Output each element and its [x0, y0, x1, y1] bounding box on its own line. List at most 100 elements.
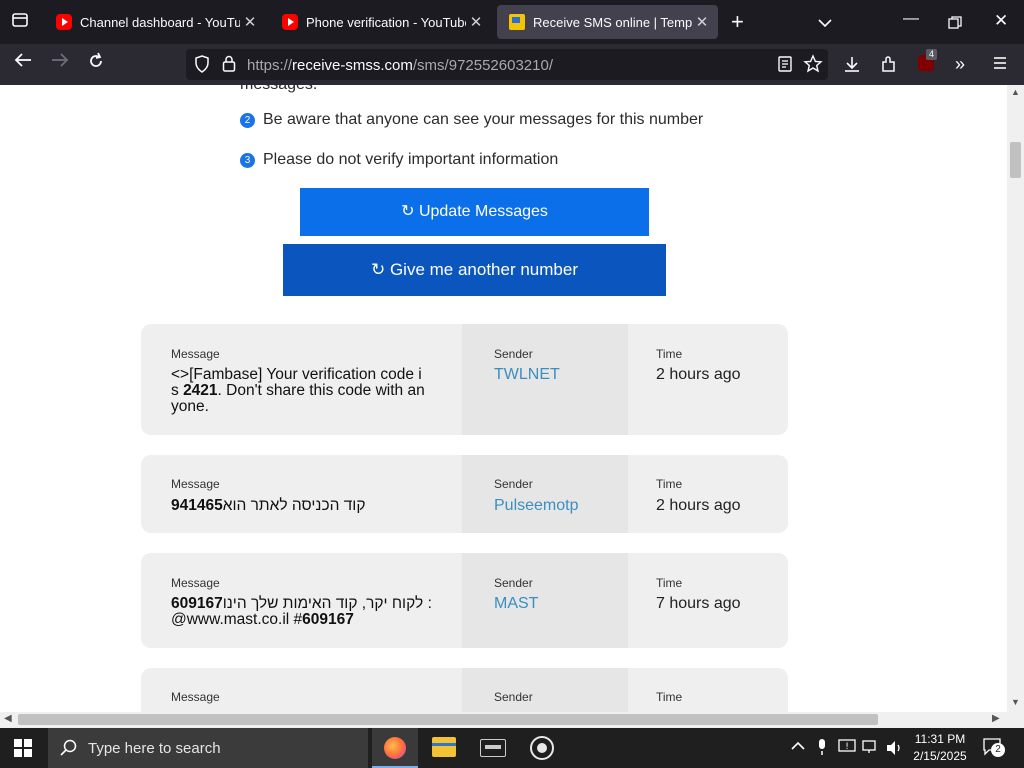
message-label: Message: [171, 576, 220, 590]
volume-icon[interactable]: [886, 740, 904, 761]
scroll-left-arrow-icon[interactable]: ◀: [4, 713, 12, 724]
search-placeholder: Type here to search: [88, 740, 221, 757]
sms-site-icon: [509, 14, 525, 30]
sender-link[interactable]: TWLNET: [494, 366, 560, 384]
horizontal-scrollbar[interactable]: ◀ ▶: [0, 712, 1007, 728]
downloads-icon[interactable]: [843, 55, 861, 78]
notice-item: 2 Be aware that anyone can see your mess…: [240, 111, 703, 129]
message-card: Message <>[Fambase] Your verification co…: [141, 324, 788, 435]
menu-icon[interactable]: [992, 56, 1008, 75]
tab-title: Receive SMS online | Temporary: [533, 14, 692, 30]
message-card: Message 609167: לקוח יקר, קוד האימות שלך…: [141, 553, 788, 648]
notice-text: Please do not verify important informati…: [263, 151, 559, 168]
time-label: Time: [656, 576, 683, 590]
bookmark-star-icon[interactable]: [803, 54, 823, 79]
show-hidden-icons-icon[interactable]: [791, 740, 805, 754]
reload-icon[interactable]: [87, 52, 105, 75]
ethernet-icon[interactable]: [862, 740, 880, 759]
taskbar-firefox[interactable]: [372, 728, 418, 768]
list-all-tabs-icon[interactable]: [818, 12, 832, 33]
keyboard-keys: [485, 745, 501, 749]
obs-icon[interactable]: [530, 736, 554, 760]
new-tab-icon[interactable]: +: [731, 9, 744, 35]
clock-date: 2/15/2025: [913, 749, 967, 763]
notice-item: 3 Please do not verify important informa…: [240, 151, 558, 169]
close-tab-icon[interactable]: ✕: [466, 13, 486, 31]
sender-label: Sender: [494, 690, 533, 704]
close-window-icon[interactable]: ✕: [994, 11, 1008, 31]
notification-count: 2: [991, 743, 1005, 757]
notice-text: Be aware that anyone can see your messag…: [263, 111, 704, 128]
youtube-icon: [282, 14, 298, 30]
tab-list-icon[interactable]: [11, 11, 29, 34]
time-value: 2 hours ago: [656, 366, 741, 383]
notifications-icon[interactable]: 2: [983, 738, 1005, 761]
close-tab-icon[interactable]: ✕: [692, 13, 712, 31]
clock[interactable]: 11:31 PM 2/15/2025: [910, 731, 970, 765]
back-icon[interactable]: [14, 52, 32, 73]
tab-receive-sms[interactable]: Receive SMS online | Temporary ✕: [497, 5, 718, 39]
extension-badge: 4: [926, 49, 938, 60]
minimize-icon[interactable]: —: [903, 10, 919, 28]
time-value: 2 hours ago: [656, 497, 741, 514]
message-card: Message Sender Time: [141, 668, 788, 712]
lock-icon[interactable]: [222, 55, 236, 77]
message-label: Message: [171, 690, 220, 704]
page-viewport: messages. 2 Be aware that anyone can see…: [0, 85, 1007, 712]
scrollbar-corner: [1007, 712, 1024, 728]
reader-view-icon[interactable]: [777, 56, 793, 77]
sender-label: Sender: [494, 477, 533, 491]
firefox-icon: [384, 737, 406, 759]
extensions-icon[interactable]: [880, 55, 898, 78]
file-explorer-icon[interactable]: [432, 737, 456, 757]
number-badge: 3: [240, 152, 255, 168]
search-icon: [60, 739, 78, 762]
close-tab-icon[interactable]: ✕: [240, 13, 260, 31]
keyboard-app-icon[interactable]: [480, 739, 506, 757]
notice-text-partial: messages.: [240, 85, 317, 94]
clock-time: 11:31 PM: [914, 732, 966, 746]
message-label: Message: [171, 347, 220, 361]
number-badge: 2: [240, 112, 255, 128]
horizontal-scroll-thumb[interactable]: [18, 714, 878, 725]
sender-column: [462, 455, 628, 533]
message-text: 609167: לקוח יקר, קוד האימות שלך הינו @w…: [171, 595, 432, 628]
update-messages-button[interactable]: ↻ Update Messages: [300, 188, 649, 236]
sender-label: Sender: [494, 576, 533, 590]
svg-text:!: !: [845, 742, 849, 752]
shield-icon[interactable]: [194, 55, 210, 78]
taskbar-search-box[interactable]: Type here to search: [48, 728, 368, 768]
message-card: Message 941465 קוד הכניסה לאתר הוא Sende…: [141, 455, 788, 533]
time-label: Time: [656, 690, 683, 704]
tab-channel-dashboard[interactable]: Channel dashboard - YouTube Studio ✕: [44, 5, 266, 39]
obs-icon-center: [537, 743, 547, 753]
microphone-icon[interactable]: [817, 738, 827, 761]
youtube-icon: [56, 14, 72, 30]
more-tools-icon[interactable]: »: [955, 54, 965, 75]
tab-title: Channel dashboard - YouTube Studio: [80, 14, 240, 30]
scroll-down-arrow-icon[interactable]: ▼: [1011, 697, 1020, 707]
sender-link[interactable]: MAST: [494, 595, 538, 613]
windows-start-icon[interactable]: [14, 739, 32, 762]
url-text[interactable]: https://receive-smss.com/sms/97255260321…: [247, 57, 553, 74]
scroll-right-arrow-icon[interactable]: ▶: [992, 713, 1000, 724]
time-value: 7 hours ago: [656, 595, 741, 612]
sender-link[interactable]: Pulseemotp: [494, 497, 579, 515]
sender-label: Sender: [494, 347, 533, 361]
vertical-scrollbar[interactable]: ▲ ▼: [1007, 85, 1024, 712]
restore-icon[interactable]: [948, 14, 962, 35]
message-label: Message: [171, 477, 220, 491]
sender-column: [462, 553, 628, 648]
scroll-up-arrow-icon[interactable]: ▲: [1011, 87, 1020, 97]
ublock-icon[interactable]: 4: [918, 49, 938, 71]
network-alert-icon[interactable]: !: [838, 739, 856, 760]
verification-code: 941465: [171, 497, 223, 514]
forward-icon[interactable]: [51, 52, 69, 73]
tab-title: Phone verification - YouTube: [306, 14, 466, 30]
verification-code: 2421: [183, 382, 218, 399]
folder-stripe: [432, 743, 456, 746]
give-another-number-button[interactable]: ↻ Give me another number: [283, 244, 666, 296]
vertical-scroll-thumb[interactable]: [1010, 142, 1021, 178]
tab-phone-verification[interactable]: Phone verification - YouTube ✕: [270, 5, 492, 39]
time-label: Time: [656, 477, 683, 491]
